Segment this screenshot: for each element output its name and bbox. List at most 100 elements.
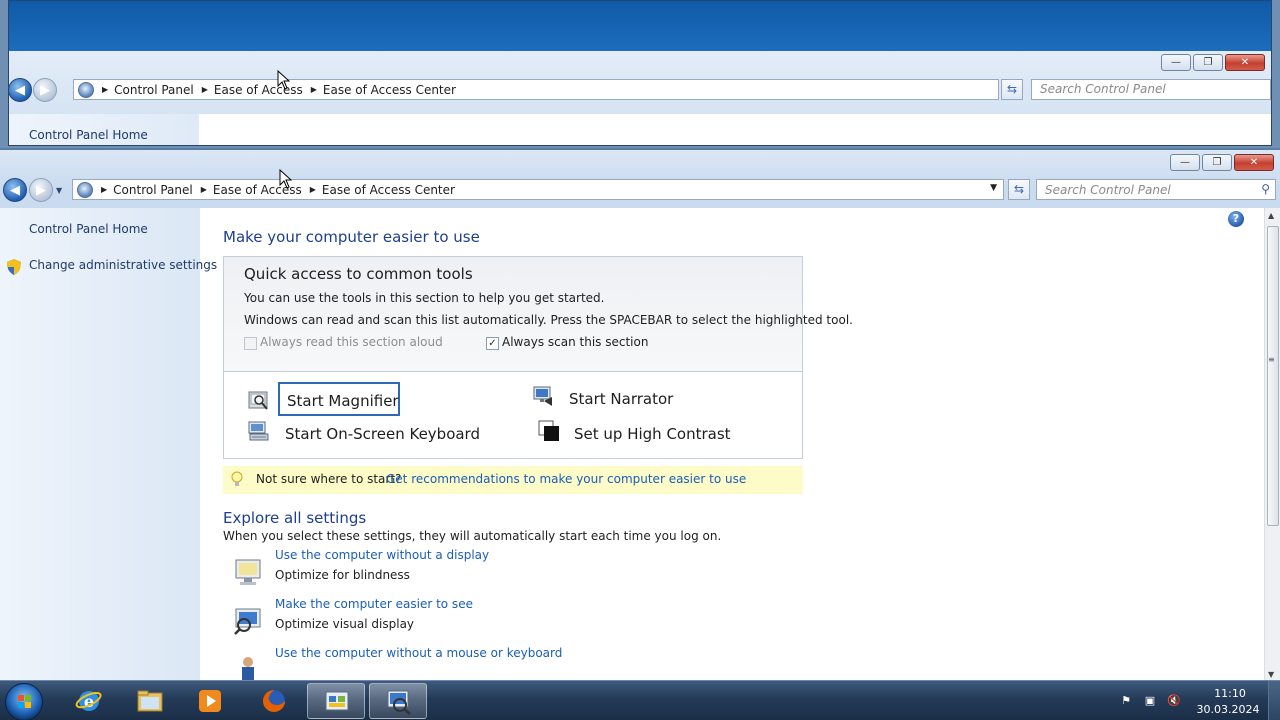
bg-navbar: ◀ ▶ ▶ Control Panel ▶ Ease of Access ▶ E… [9,78,1271,102]
vertical-scrollbar[interactable]: ▲ ≡ ▼ [1264,208,1280,682]
volume-muted-icon[interactable]: 🔇 [1166,694,1182,710]
narrator-icon [533,386,552,406]
keyboard-icon [248,421,269,441]
taskbar-internet-explorer[interactable]: e [60,683,118,719]
start-magnifier-button[interactable]: Start Magnifier [287,392,399,410]
bg-refresh-icon[interactable]: ⇆ [1001,79,1023,100]
search-placeholder: Search Control Panel [1045,182,1171,197]
forward-icon[interactable]: ▶ [29,178,53,202]
scrollbar-grip-icon: ≡ [1268,355,1275,364]
breadcrumb-control-panel[interactable]: Control Panel [113,183,193,197]
bg-search-input[interactable]: Search Control Panel [1031,79,1271,100]
media-player-icon [199,690,221,712]
read-aloud-checkbox[interactable] [244,337,257,350]
setting-link-no-mouse-keyboard[interactable]: Use the computer without a mouse or keyb… [275,646,562,660]
scroll-down-icon[interactable]: ▼ [1268,670,1274,679]
bg-client-area: Control Panel Home [9,114,1271,145]
cursor-icon [279,169,293,189]
start-button[interactable] [5,683,43,720]
quick-access-header: Quick access to common tools You can use… [224,257,853,372]
caption-buttons: — ❐ ✕ [1170,154,1274,171]
setting-link-no-display[interactable]: Use the computer without a display [275,548,489,562]
chevron-right-icon[interactable]: ▶ [310,185,316,194]
folder-icon [137,690,163,712]
address-dropdown-icon[interactable]: ▼ [990,183,997,193]
restore-button[interactable]: ❐ [1202,154,1232,171]
search-input[interactable]: Search Control Panel ⚲ [1036,179,1276,200]
setting-desc-easier-to-see: Optimize visual display [275,617,415,631]
background-window: — ❐ ✕ ◀ ▶ ▶ Control Panel ▶ Ease of Acce… [8,0,1272,146]
ease-of-access-window: — ❐ ✕ ◀ ▶ ▼ ▶ Control Panel ▶ Ease of Ac… [0,148,1280,682]
taskbar-magnifier[interactable] [369,683,427,719]
bg-forward-icon[interactable]: ▶ [33,78,57,102]
explore-settings-title: Explore all settings [223,509,367,527]
taskbar: e ⚑ ▣ 🔇 11:10 30.03.2024 [0,680,1280,720]
recent-pages-dropdown-icon[interactable]: ▼ [56,186,66,195]
tip-text: Not sure where to start? [256,472,402,486]
bg-back-icon[interactable]: ◀ [9,78,32,102]
refresh-icon[interactable]: ⇆ [1008,179,1030,200]
start-on-screen-keyboard-button[interactable]: Start On-Screen Keyboard [285,425,480,443]
setting-link-easier-to-see[interactable]: Make the computer easier to see [275,597,473,611]
bg-control-panel-icon [78,81,94,98]
main-pane: Make your computer easier to use Quick a… [200,208,1264,682]
control-panel-icon [77,181,93,198]
navigation-bar: ◀ ▶ ▼ ▶ Control Panel ▶ Ease of Access ▶… [0,178,1280,202]
taskbar-control-panel[interactable] [307,683,365,719]
scroll-up-icon[interactable]: ▲ [1268,211,1274,220]
always-scan-checkbox[interactable]: ✓ [486,337,499,350]
bg-close-button[interactable]: ✕ [1225,54,1265,71]
search-icon[interactable]: ⚲ [1261,182,1270,196]
always-scan-label: Always scan this section [502,335,649,349]
network-icon[interactable]: ▣ [1142,694,1158,710]
left-pane: Control Panel Home Change administrative… [0,208,217,682]
setup-high-contrast-button[interactable]: Set up High Contrast [574,425,731,443]
read-aloud-label: Always read this section aloud [260,335,443,349]
show-desktop-button[interactable] [1268,681,1280,720]
close-button[interactable]: ✕ [1234,154,1274,171]
quick-access-line1: You can use the tools in this section to… [244,291,605,305]
bg-minimize-button[interactable]: — [1161,54,1191,71]
no-mouse-keyboard-icon [242,657,254,681]
lightbulb-icon [231,471,243,486]
explore-settings-subtitle: When you select these settings, they wil… [223,529,722,543]
no-display-icon [235,559,261,585]
chevron-right-icon[interactable]: ▶ [201,185,207,194]
firefox-icon [263,690,285,712]
bg-left-pane: Control Panel Home [9,114,199,145]
change-admin-settings-link[interactable]: Change administrative settings [29,258,217,272]
bg-home-link[interactable]: Control Panel Home [29,128,148,142]
back-icon[interactable]: ◀ [3,178,27,202]
scrollbar-thumb[interactable] [1267,226,1279,526]
clock-time[interactable]: 11:10 [1205,687,1255,700]
bg-address-bar[interactable]: ▶ Control Panel ▶ Ease of Access ▶ Ease … [73,79,999,100]
taskbar-firefox[interactable] [245,683,303,719]
bg-crumb[interactable]: Ease of Access Center [323,83,456,97]
recommendations-link[interactable]: Get recommendations to make your compute… [386,472,746,486]
content-area: Control Panel Home Change administrative… [0,208,1280,682]
quick-access-panel: Quick access to common tools You can use… [223,256,853,459]
taskbar-windows-explorer[interactable] [121,683,179,719]
action-center-icon[interactable]: ⚑ [1118,694,1134,710]
magnifier-app-icon [387,690,411,715]
bg-restore-button[interactable]: ❐ [1193,54,1223,71]
bg-crumb[interactable]: Control Panel [114,83,194,97]
clock-date[interactable]: 30.03.2024 [1196,703,1260,716]
help-icon[interactable]: ? [1228,211,1244,227]
quick-access-title: Quick access to common tools [244,265,473,283]
taskbar-media-player[interactable] [181,683,239,719]
background-window-frame: — ❐ ✕ ◀ ▶ ▶ Control Panel ▶ Ease of Acce… [9,51,1271,145]
internet-explorer-icon: e [75,691,102,711]
shield-icon [7,259,21,275]
windows-flag-icon [18,695,31,708]
chevron-right-icon[interactable]: ▶ [101,185,107,194]
setting-desc-no-display: Optimize for blindness [275,568,410,582]
breadcrumb-ease-of-access-center[interactable]: Ease of Access Center [322,183,455,197]
page-title: Make your computer easier to use [223,228,480,246]
minimize-button[interactable]: — [1170,154,1200,171]
cursor-icon [277,70,291,90]
start-narrator-button[interactable]: Start Narrator [569,390,673,408]
control-panel-home-link[interactable]: Control Panel Home [29,222,148,236]
high-contrast-icon [538,420,559,441]
address-bar[interactable]: ▶ Control Panel ▶ Ease of Access ▶ Ease … [72,179,1004,200]
